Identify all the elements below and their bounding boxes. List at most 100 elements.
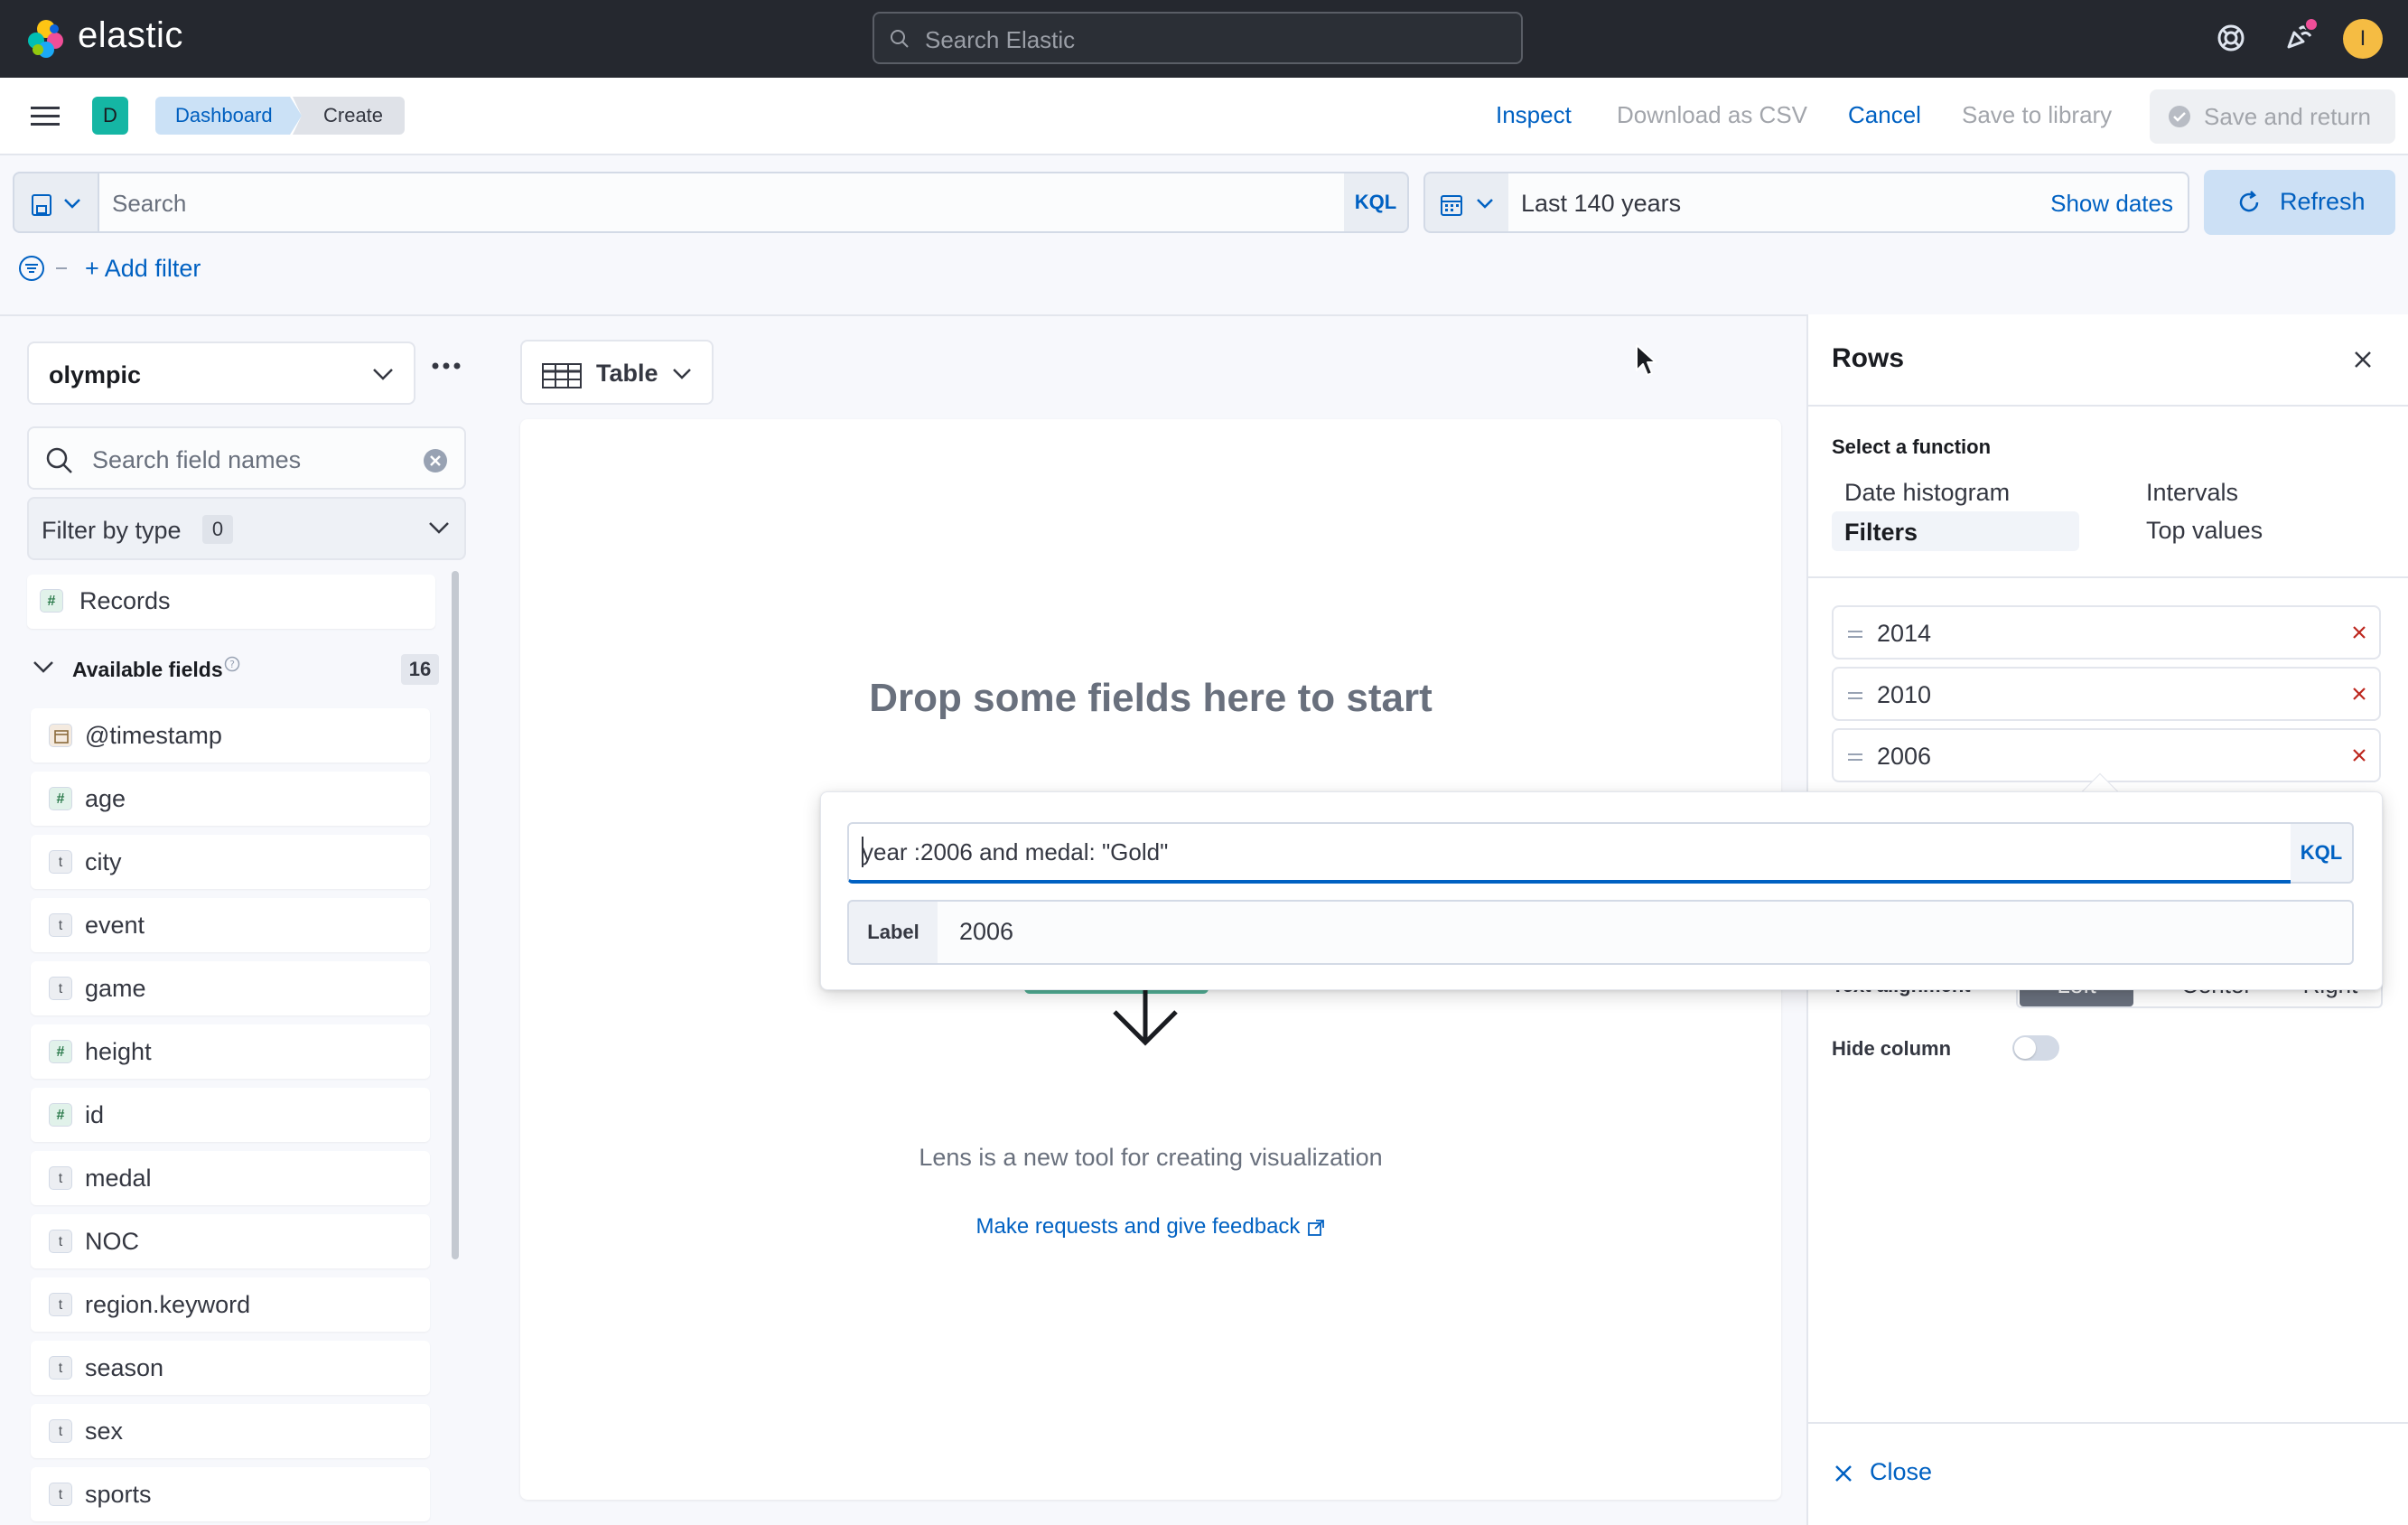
info-icon[interactable]: ? — [224, 656, 240, 672]
filter-icon[interactable] — [18, 255, 45, 282]
menu-icon[interactable] — [31, 105, 60, 128]
search-icon — [45, 446, 74, 475]
field-item[interactable]: t event — [31, 898, 430, 952]
visualization-type-select[interactable]: Table — [520, 340, 714, 405]
function-date-histogram[interactable]: Date histogram — [1844, 479, 2010, 507]
field-item[interactable]: # height — [31, 1024, 430, 1079]
chevron-down-icon — [672, 367, 692, 379]
filter-row[interactable]: 2014 — [1832, 605, 2381, 660]
filter-query-language-button[interactable]: KQL — [2291, 822, 2354, 884]
clear-search-icon[interactable] — [423, 448, 448, 473]
string-field-icon: t — [49, 1356, 72, 1380]
filter-label-prepend: Label — [847, 900, 939, 965]
remove-filter-icon[interactable] — [2350, 685, 2368, 703]
chevron-down-icon — [1476, 197, 1494, 210]
string-field-icon: t — [49, 1419, 72, 1443]
filter-query-input[interactable]: year :2006 and medal: "Gold" — [847, 822, 2292, 884]
filter-label-value: 2006 — [959, 918, 1014, 945]
sidebar-scrollbar[interactable] — [452, 571, 459, 1259]
save-to-library-button[interactable]: Save to library — [1962, 101, 2112, 129]
field-item-label: season — [85, 1354, 164, 1381]
field-search-input[interactable]: Search field names — [27, 426, 466, 490]
add-filter-button[interactable]: + Add filter — [85, 255, 201, 283]
table-icon — [542, 363, 582, 388]
breadcrumb-dashboard[interactable]: Dashboard — [155, 97, 302, 135]
filter-row-label[interactable]: 2014 — [1877, 620, 1931, 648]
save-icon — [31, 193, 52, 217]
date-range-display[interactable]: Last 140 years Show dates — [1508, 172, 2189, 233]
filter-query-value: year :2006 and medal: "Gold" — [862, 838, 1169, 865]
field-item[interactable]: t sex — [31, 1404, 430, 1458]
global-search-input[interactable]: Search Elastic — [873, 12, 1523, 64]
field-item[interactable]: t season — [31, 1341, 430, 1395]
show-dates-button[interactable]: Show dates — [2050, 190, 2173, 218]
available-fields-label: Available fields — [72, 658, 223, 681]
field-records[interactable]: # Records — [27, 575, 435, 629]
save-and-return-label: Save and return — [2204, 103, 2372, 130]
query-language-button[interactable]: KQL — [1344, 172, 1409, 233]
more-options-icon[interactable] — [432, 361, 461, 370]
brand-name[interactable]: elastic — [78, 15, 183, 56]
inspect-button[interactable]: Inspect — [1496, 101, 1572, 129]
string-field-icon: t — [49, 1166, 72, 1190]
field-item[interactable]: t NOC — [31, 1214, 430, 1268]
hide-column-toggle[interactable] — [2012, 1035, 2059, 1061]
space-avatar[interactable]: D — [92, 97, 128, 135]
filter-row-label[interactable]: 2006 — [1877, 743, 1931, 771]
filter-by-type-button[interactable]: Filter by type 0 — [27, 497, 466, 560]
elastic-logo-icon[interactable] — [25, 18, 67, 60]
cancel-button[interactable]: Cancel — [1848, 101, 1921, 129]
field-item[interactable]: t city — [31, 835, 430, 889]
remove-filter-icon[interactable] — [2350, 623, 2368, 641]
function-intervals[interactable]: Intervals — [2146, 479, 2238, 507]
field-item-label: NOC — [85, 1228, 139, 1255]
download-csv-button[interactable]: Download as CSV — [1617, 101, 1807, 129]
filter-label-input[interactable]: 2006 — [938, 900, 2354, 965]
arrow-down-icon — [1109, 985, 1181, 1048]
field-item[interactable]: t medal — [31, 1151, 430, 1205]
filter-row-label[interactable]: 2010 — [1877, 681, 1931, 709]
field-item-label: city — [85, 848, 122, 875]
calendar-icon — [1440, 192, 1463, 217]
feedback-link-label[interactable]: Make requests and give feedback — [976, 1214, 1301, 1239]
feedback-link[interactable]: Make requests and give feedback — [520, 1214, 1781, 1240]
string-field-icon: t — [49, 1483, 72, 1506]
field-item-label: region.keyword — [85, 1291, 251, 1318]
drag-handle-icon[interactable] — [1848, 631, 1862, 638]
filter-row[interactable]: 2006 — [1832, 728, 2381, 782]
save-and-return-button[interactable]: Save and return — [2150, 89, 2395, 144]
field-records-label: Records — [79, 587, 171, 614]
field-item-label: game — [85, 975, 146, 1002]
available-fields-toggle[interactable]: Available fields ? 16 — [27, 647, 439, 692]
field-item-label: sex — [85, 1417, 124, 1445]
date-quick-menu-button[interactable] — [1423, 172, 1510, 233]
filter-separator — [56, 267, 67, 269]
close-icon — [1835, 1465, 1852, 1482]
field-item[interactable]: t sports — [31, 1467, 430, 1521]
user-avatar[interactable]: I — [2343, 19, 2383, 59]
filter-by-type-label: Filter by type — [42, 517, 182, 544]
flyout-close-label: Close — [1870, 1458, 1933, 1485]
drag-handle-icon[interactable] — [1848, 692, 1862, 699]
number-field-icon: # — [49, 1040, 72, 1063]
field-item[interactable]: t game — [31, 961, 430, 1015]
field-item[interactable]: t region.keyword — [31, 1277, 430, 1332]
index-pattern-select[interactable]: olympic — [27, 341, 415, 405]
function-filters[interactable]: Filters — [1832, 511, 2079, 551]
filter-row[interactable]: 2010 — [1832, 667, 2381, 721]
field-item-label: id — [85, 1101, 105, 1128]
field-item[interactable]: @timestamp — [31, 708, 430, 762]
remove-filter-icon[interactable] — [2350, 746, 2368, 764]
field-item-label: @timestamp — [85, 722, 222, 749]
date-range-value: Last 140 years — [1521, 190, 1682, 217]
query-search-placeholder: Search — [112, 190, 187, 217]
query-search-input[interactable]: Search — [98, 172, 1346, 233]
refresh-button[interactable]: Refresh — [2204, 170, 2395, 235]
function-top-values[interactable]: Top values — [2146, 517, 2263, 545]
field-item[interactable]: # age — [31, 772, 430, 826]
drag-handle-icon[interactable] — [1848, 753, 1862, 761]
field-item[interactable]: # id — [31, 1088, 430, 1142]
saved-query-menu-button[interactable] — [13, 172, 99, 233]
help-icon[interactable] — [2215, 22, 2247, 54]
close-icon[interactable] — [2352, 349, 2374, 370]
